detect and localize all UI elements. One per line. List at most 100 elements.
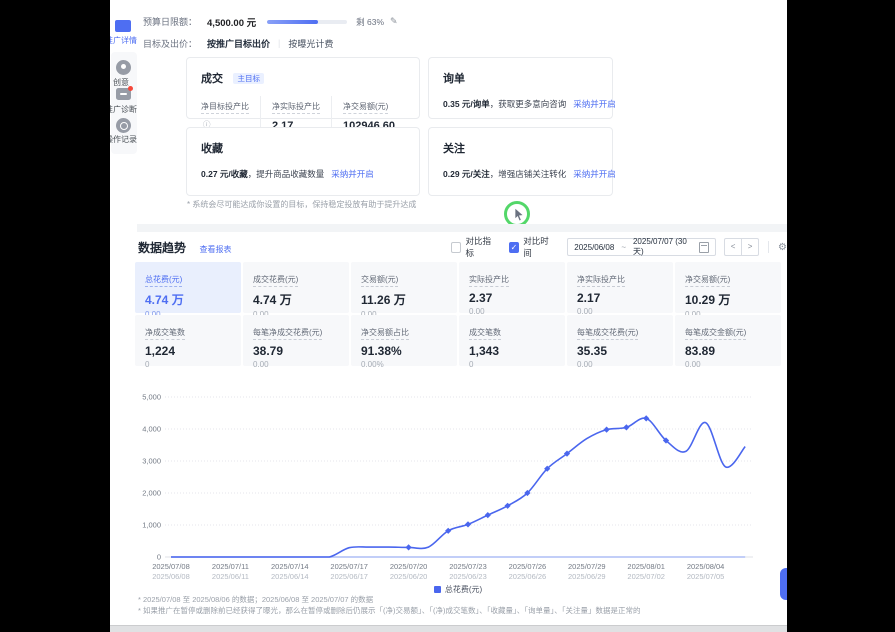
trend-title: 数据趋势 bbox=[138, 241, 186, 255]
metric-card-1[interactable]: 总花费(元)4.74 万0.00 bbox=[135, 262, 241, 313]
metric-label: 净交易额(元) bbox=[343, 101, 388, 114]
metric-card-2[interactable]: 成交花费(元)4.74 万0.00 bbox=[243, 262, 349, 313]
x-axis-tick-compare: 2025/06/26 bbox=[509, 572, 547, 581]
adopt-enable-link[interactable]: 采纳并开启 bbox=[573, 169, 616, 179]
sidebar-item-2[interactable]: 创意 bbox=[110, 77, 143, 88]
goal-card-favorite[interactable]: 收藏 0.27 元/收藏，提升商品收藏数量采纳并开启 bbox=[186, 127, 420, 196]
gear-icon[interactable]: ⚙ bbox=[778, 242, 787, 253]
edit-icon[interactable]: ✎ bbox=[390, 16, 398, 27]
goal-card-title: 询单 bbox=[443, 70, 465, 86]
x-axis-tick-compare: 2025/07/02 bbox=[627, 572, 665, 581]
metric-card-compare-value: 0.00% bbox=[361, 360, 447, 369]
adopt-enable-link[interactable]: 采纳并开启 bbox=[573, 99, 616, 109]
metric-card-value: 11.26 万 bbox=[361, 291, 447, 308]
metric-card-value: 35.35 bbox=[577, 344, 663, 358]
x-axis-tick-compare: 2025/07/05 bbox=[687, 572, 725, 581]
compare-metric-checkbox[interactable] bbox=[451, 242, 461, 253]
bidding-row: 目标及出价： 按推广目标出价 | 按曝光计费 bbox=[143, 36, 333, 50]
y-axis-tick: 4,000 bbox=[142, 425, 161, 434]
x-axis-tick-current: 2025/07/11 bbox=[212, 562, 249, 571]
metric-card-9[interactable]: 净交易额占比91.38%0.00% bbox=[351, 315, 457, 366]
sidebar-item-4[interactable]: 操作记录 bbox=[110, 134, 143, 145]
goal-card-desc: 0.35 元/询单，获取更多意向咨询采纳并开启 bbox=[443, 98, 598, 110]
date-end: 2025/07/07 (30天) bbox=[633, 237, 690, 257]
x-axis-tick-compare: 2025/06/23 bbox=[449, 572, 487, 581]
x-axis-tick-compare: 2025/06/17 bbox=[330, 572, 368, 581]
legend-label: 总花费(元) bbox=[445, 585, 482, 594]
metric-card-label: 成交花费(元) bbox=[253, 274, 298, 287]
goal-card-title: 关注 bbox=[443, 140, 465, 156]
x-axis-tick-current: 2025/08/01 bbox=[627, 562, 665, 571]
budget-value: 4,500.00 元 bbox=[207, 15, 256, 29]
metric-card-compare-value: 0.00 bbox=[685, 360, 771, 369]
clock-icon bbox=[116, 118, 131, 133]
budget-row: 预算日限额： 4,500.00 元 剩 63% ✎ bbox=[143, 14, 398, 29]
bidding-option-goal[interactable]: 按推广目标出价 bbox=[207, 37, 270, 50]
bottom-scroll-band[interactable] bbox=[110, 625, 787, 632]
metric-card-label: 实际投产比 bbox=[469, 274, 509, 287]
trend-header: 数据趋势 查看报表 bbox=[138, 239, 231, 257]
x-axis-tick-current: 2025/07/29 bbox=[568, 562, 606, 571]
metric-card-3[interactable]: 交易额(元)11.26 万0.00 bbox=[351, 262, 457, 313]
metric-card-4[interactable]: 实际投产比2.370.00 bbox=[459, 262, 565, 313]
metric-card-value: 38.79 bbox=[253, 344, 339, 358]
x-axis-tick-compare: 2025/06/11 bbox=[212, 572, 249, 581]
adopt-enable-link[interactable]: 采纳并开启 bbox=[331, 169, 374, 179]
data-point-marker[interactable] bbox=[623, 424, 629, 430]
next-period-button[interactable]: > bbox=[742, 239, 758, 255]
metric-card-label: 总花费(元) bbox=[145, 274, 182, 287]
metric-card-5[interactable]: 净实际投产比2.170.00 bbox=[567, 262, 673, 313]
metric-card-value: 4.74 万 bbox=[253, 291, 339, 308]
budget-remaining: 剩 63% bbox=[356, 16, 384, 28]
x-axis-tick-current: 2025/07/08 bbox=[152, 562, 190, 571]
metric-label: 净目标投产比 bbox=[201, 101, 249, 114]
budget-progressbar bbox=[267, 20, 347, 24]
date-range-input[interactable]: 2025/06/08 ~ 2025/07/07 (30天) bbox=[567, 238, 716, 256]
goal-card-follow[interactable]: 关注 0.29 元/关注，增强店铺关注转化采纳并开启 bbox=[428, 127, 613, 196]
metric-card-value: 83.89 bbox=[685, 344, 771, 358]
data-point-marker[interactable] bbox=[504, 503, 510, 509]
x-axis-tick-compare: 2025/06/08 bbox=[152, 572, 190, 581]
metric-card-11[interactable]: 每笔成交花费(元)35.350.00 bbox=[567, 315, 673, 366]
sidebar-item-3[interactable]: 推广诊断 bbox=[110, 104, 143, 115]
data-point-marker[interactable] bbox=[465, 521, 471, 527]
metric-card-compare-value: 0 bbox=[145, 360, 231, 369]
metric-card-label: 每笔成交花费(元) bbox=[577, 327, 638, 340]
budget-progress-fill bbox=[267, 20, 317, 24]
screen: { "sidebar": { "items": [ {"label": "推广详… bbox=[0, 0, 895, 632]
chart-footnote-1: * 2025/07/08 至 2025/08/06 的数据；2025/06/08… bbox=[138, 594, 373, 605]
metric-card-label: 每笔净成交花费(元) bbox=[253, 327, 322, 340]
metric-card-compare-value: 0.00 bbox=[253, 360, 339, 369]
metric-card-8[interactable]: 每笔净成交花费(元) 38.79 0.00 bbox=[243, 315, 349, 366]
series-line-current bbox=[171, 418, 745, 557]
metric-card-value: 91.38% bbox=[361, 344, 447, 358]
compare-time-checkbox[interactable]: ✓ bbox=[509, 242, 519, 253]
goal-card-inquiry[interactable]: 询单 0.35 元/询单，获取更多意向咨询采纳并开启 bbox=[428, 57, 613, 119]
metric-card-label: 净交易额(元) bbox=[685, 274, 730, 287]
metric-card-7[interactable]: 净成交笔数1,2240 bbox=[135, 315, 241, 366]
compare-time-label[interactable]: 对比时间 bbox=[523, 235, 555, 259]
metric-card-10[interactable]: 成交笔数1,3430 bbox=[459, 315, 565, 366]
metric-card-label: 交易额(元) bbox=[361, 274, 398, 287]
bidding-option-impression[interactable]: 按曝光计费 bbox=[288, 37, 333, 50]
x-axis-tick-compare: 2025/06/14 bbox=[271, 572, 309, 581]
metric-card-6[interactable]: 净交易额(元)10.29 万0.00 bbox=[675, 262, 781, 313]
compare-metric-label[interactable]: 对比指标 bbox=[465, 235, 497, 259]
prev-period-button[interactable]: < bbox=[725, 239, 742, 255]
metric-card-12[interactable]: 每笔成交金额(元)83.890.00 bbox=[675, 315, 781, 366]
goal-card-deal[interactable]: 成交 主目标 净目标投产比ⓘ 2.45 ✎ 净实际投产比 2.17 净交易额(元… bbox=[186, 57, 420, 119]
data-point-marker[interactable] bbox=[603, 426, 609, 432]
metric-card-label: 净实际投产比 bbox=[577, 274, 625, 287]
view-report-link[interactable]: 查看报表 bbox=[199, 245, 231, 254]
metric-card-value: 1,224 bbox=[145, 344, 231, 358]
trend-line-chart: 01,0002,0003,0004,0005,0002025/07/082025… bbox=[135, 391, 781, 583]
date-separator: ~ bbox=[621, 243, 626, 252]
app-window: 推广详情创意推广诊断操作记录 预算日限额： 4,500.00 元 剩 63% ✎… bbox=[110, 0, 787, 632]
sidebar-item-1[interactable]: 推广详情 bbox=[110, 35, 143, 46]
floating-action-pill[interactable] bbox=[780, 568, 787, 600]
chart-footnote-2: * 如果推广在暂停或删除前已经获得了曝光，那么在暂停或删除后仍展示「(净)交易额… bbox=[138, 605, 641, 616]
metric-card-grid: 总花费(元)4.74 万0.00 成交花费(元) 4.74 万 0.00 交易额(元) 1… bbox=[135, 262, 781, 366]
data-point-marker[interactable] bbox=[405, 544, 411, 550]
data-point-marker[interactable] bbox=[485, 512, 491, 518]
trend-controls: 对比指标 ✓ 对比时间 2025/06/08 ~ 2025/07/07 (30天… bbox=[451, 238, 787, 256]
